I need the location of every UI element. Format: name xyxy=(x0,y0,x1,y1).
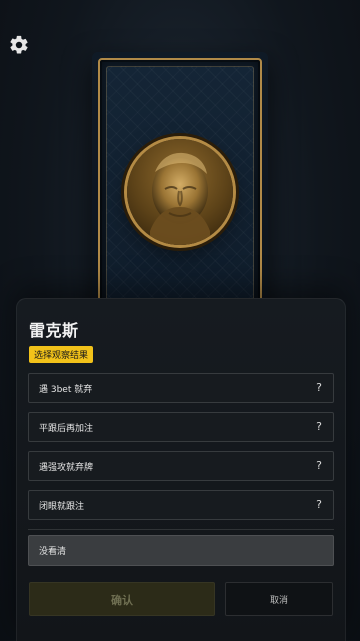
option-fold-to-aggression[interactable]: 遇强攻就弃牌 ? xyxy=(28,451,334,481)
cancel-label: 取消 xyxy=(269,596,288,606)
divider xyxy=(28,529,334,530)
option-label: 平跟后再加注 xyxy=(39,424,94,434)
question-icon[interactable]: ? xyxy=(316,459,322,472)
player-portrait xyxy=(127,139,233,245)
player-name: 雷克斯 xyxy=(29,321,79,340)
observation-panel: 雷克斯 选择观察结果 遇 3bet 就弃 ? 平跟后再加注 ? 遇强攻就弃牌 ?… xyxy=(16,298,346,641)
question-icon[interactable]: ? xyxy=(316,381,322,394)
option-label: 没看清 xyxy=(39,547,67,557)
option-label: 遇 3bet 就弃 xyxy=(39,385,93,395)
choose-observation-tag: 选择观察结果 xyxy=(29,346,94,363)
option-blind-call[interactable]: 闭眼就跟注 ? xyxy=(28,490,334,520)
option-label: 闭眼就跟注 xyxy=(39,502,85,512)
option-not-seen[interactable]: 没看清 xyxy=(28,535,334,566)
confirm-button[interactable]: 确认 xyxy=(29,582,215,616)
question-icon[interactable]: ? xyxy=(316,498,322,511)
settings-gear-icon[interactable] xyxy=(8,34,30,56)
option-3bet-fold[interactable]: 遇 3bet 就弃 ? xyxy=(28,373,334,403)
option-label: 遇强攻就弃牌 xyxy=(39,463,94,473)
option-call-then-raise[interactable]: 平跟后再加注 ? xyxy=(28,412,334,442)
question-icon[interactable]: ? xyxy=(316,420,322,433)
cancel-button[interactable]: 取消 xyxy=(225,582,333,616)
confirm-label: 确认 xyxy=(111,594,133,607)
